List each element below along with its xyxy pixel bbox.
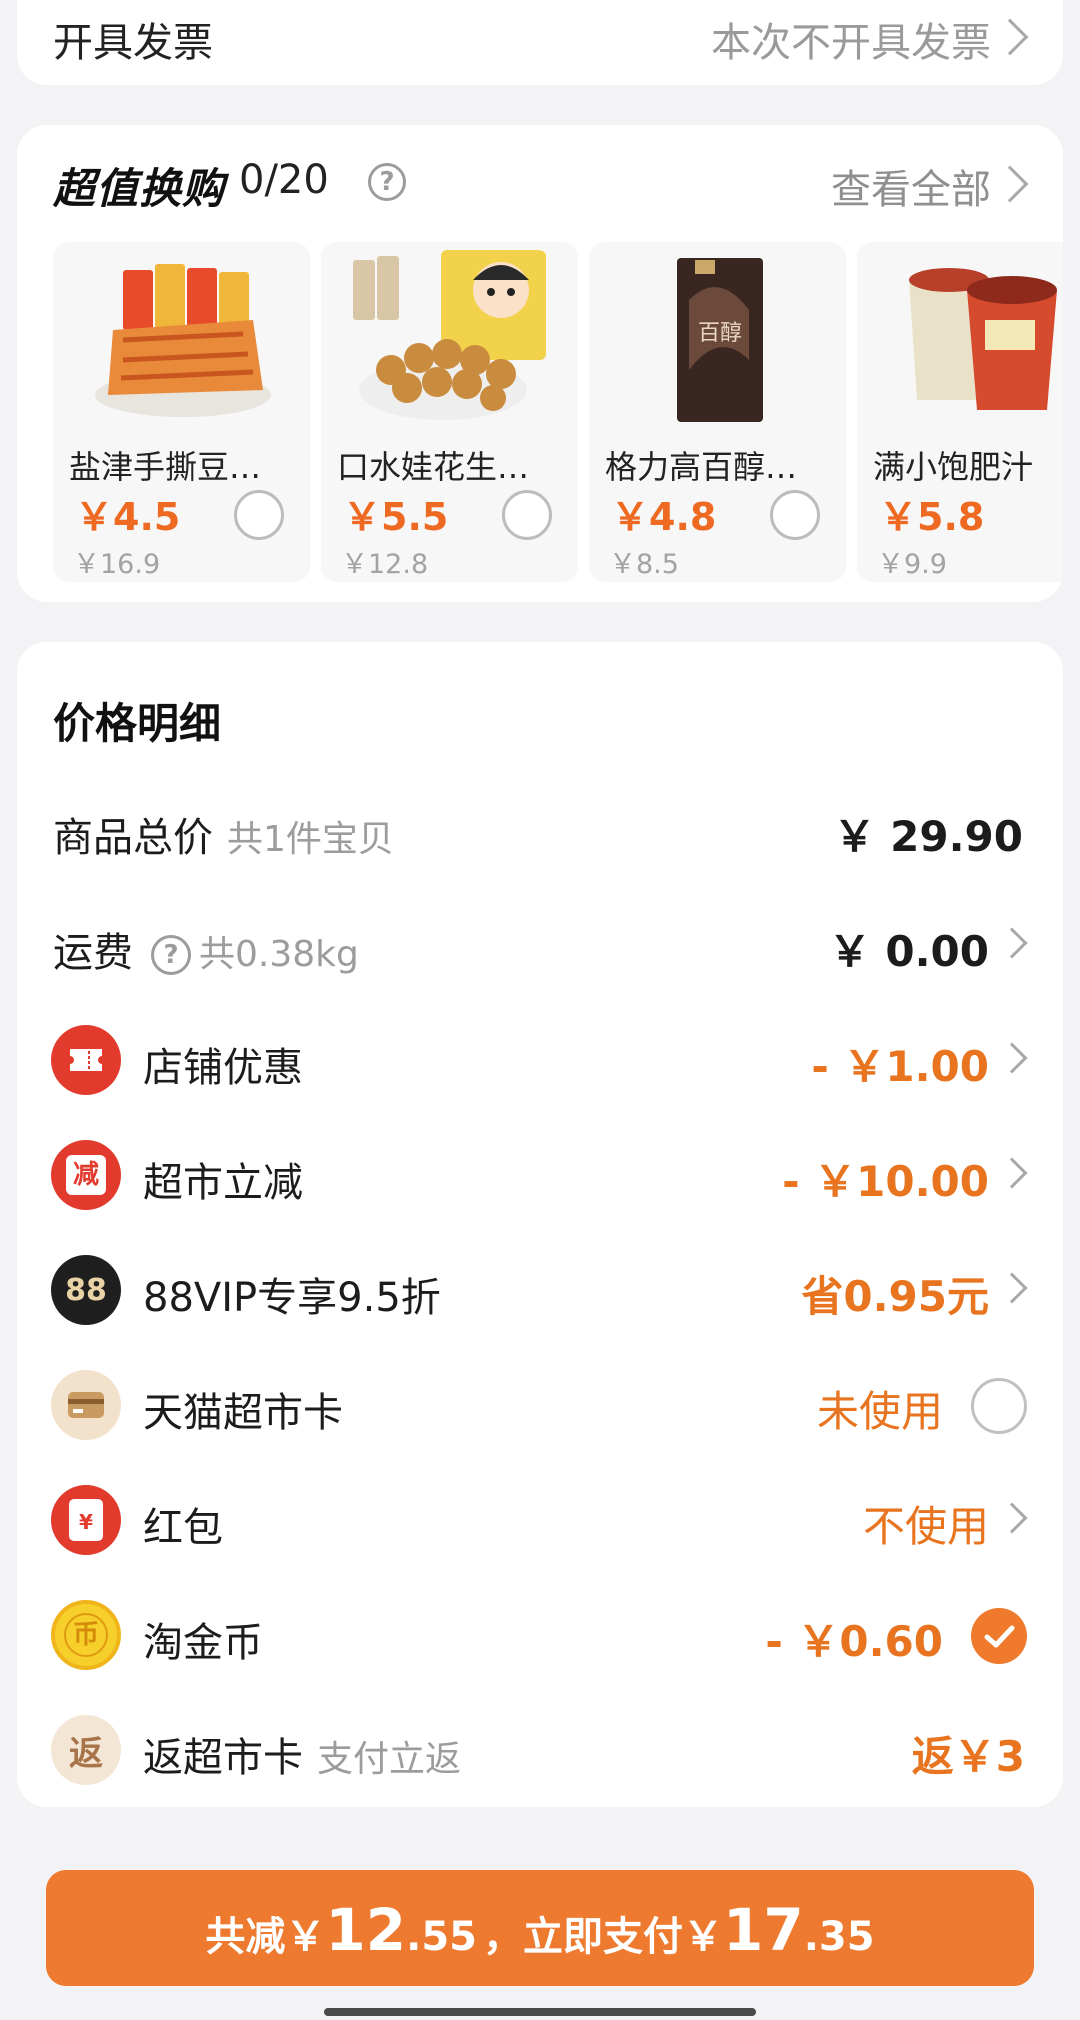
help-icon[interactable]: ? — [151, 935, 191, 975]
product-image-pocky: 百醇 — [677, 258, 763, 422]
invoice-value[interactable]: 本次不开具发票 — [711, 10, 991, 68]
exchange-title: 超值换购 — [53, 164, 226, 213]
tmall-card-label: 天猫超市卡 — [143, 1390, 343, 1436]
row-88vip[interactable]: 88 88VIP专享9.5折 省0.95元 — [17, 1245, 1063, 1335]
row-supermarket-discount[interactable]: 减 超市立减 - ￥10.00 — [17, 1130, 1063, 1220]
view-all-link[interactable]: 查看全部 — [831, 157, 991, 215]
price-detail-title: 价格明细 — [53, 699, 222, 748]
row-tmall-card[interactable]: 天猫超市卡 未使用 — [17, 1360, 1063, 1450]
product-price: ￥5.5 — [343, 495, 449, 539]
product-card[interactable]: 口水娃花生… ￥5.5 ￥12.8 — [321, 242, 578, 582]
row-taojinbi[interactable]: 币 淘金币 - ￥0.60 — [17, 1590, 1063, 1680]
shipping-value: ￥ 0.00 — [828, 927, 989, 976]
pay-prefix: 共减 — [205, 1914, 286, 1960]
row-shipping[interactable]: 运费? 共0.38kg ￥ 0.00 — [17, 900, 1063, 990]
vip-88-icon: 88 — [51, 1255, 121, 1325]
pay-button[interactable]: 共减 ￥ 12.55 ，立即支付 ￥ 17.35 — [46, 1870, 1034, 1986]
subtotal-label: 商品总价 — [53, 815, 213, 861]
coupon-icon — [51, 1025, 121, 1095]
pay-discount-int: 12 — [325, 1896, 407, 1964]
product-price: ￥5.8 — [879, 495, 985, 539]
help-icon[interactable]: ? — [368, 163, 406, 201]
tmall-card-radio[interactable] — [971, 1378, 1027, 1434]
product-card[interactable]: 满小饱肥汁 ￥5.8 ￥9.9 — [857, 242, 1063, 582]
pay-total-int: 17 — [723, 1896, 804, 1964]
chevron-right-icon — [996, 1502, 1028, 1534]
price-detail-card: 价格明细 商品总价 共1件宝贝 ￥ 29.90 运费? 共0.38kg ￥ 0.00… — [17, 642, 1063, 1807]
chevron-right-icon — [996, 927, 1028, 959]
tmall-card-value: 未使用 — [816, 1387, 943, 1436]
checkmark-icon[interactable] — [971, 1608, 1027, 1664]
cashback-value: 返￥3 — [911, 1732, 1025, 1781]
chevron-right-icon — [996, 1157, 1028, 1189]
shipping-label: 运费 — [53, 930, 133, 976]
product-price: ￥4.5 — [75, 495, 181, 539]
chevron-right-icon — [996, 1272, 1028, 1304]
pay-total-currency: ￥ — [683, 1914, 723, 1960]
cashback-icon: 返 — [51, 1715, 121, 1785]
product-select-radio[interactable] — [502, 490, 552, 540]
cashback-label: 返超市卡 — [143, 1735, 303, 1781]
product-original-price: ￥12.8 — [341, 549, 429, 580]
pay-discount-dec: .55 — [406, 1914, 477, 1960]
invoice-label: 开具发票 — [53, 20, 213, 66]
gold-coin-icon: 币 — [51, 1600, 121, 1670]
chevron-right-icon — [996, 1042, 1028, 1074]
chevron-right-icon — [991, 165, 1029, 203]
subtotal-sub: 共1件宝贝 — [227, 819, 394, 860]
taojinbi-label: 淘金币 — [143, 1620, 263, 1666]
product-name: 满小饱肥汁 — [873, 448, 1034, 486]
home-indicator — [324, 2008, 756, 2016]
vip-label: 88VIP专享9.5折 — [143, 1275, 441, 1321]
product-image-noodles — [909, 268, 1057, 410]
taojinbi-value: - ￥0.60 — [765, 1617, 943, 1666]
chevron-right-icon — [991, 18, 1029, 56]
product-card[interactable]: 百醇 格力高百醇… ￥4.8 ￥8.5 — [589, 242, 846, 582]
row-store-discount[interactable]: 店铺优惠 - ￥1.00 — [17, 1015, 1063, 1105]
product-select-radio[interactable] — [770, 490, 820, 540]
exchange-card: 超值换购 0/20 ? 查看全部 盐津手撕豆… ￥4.5 ￥16.9 口水娃花生… — [17, 125, 1063, 602]
product-name: 口水娃花生… — [337, 448, 530, 486]
vip-value: 省0.95元 — [801, 1272, 989, 1321]
row-cashback-card: 返 返超市卡 支付立返 返￥3 — [17, 1705, 1063, 1795]
gold-coin-icon-text: 币 — [64, 1613, 108, 1657]
red-packet-icon-text: ¥ — [69, 1499, 103, 1541]
row-subtotal: 商品总价 共1件宝贝 ￥ 29.90 — [17, 785, 1063, 875]
product-name: 盐津手撕豆… — [69, 448, 262, 486]
product-image-peanuts — [353, 250, 546, 420]
red-packet-label: 红包 — [143, 1505, 223, 1551]
invoice-card[interactable]: 开具发票 本次不开具发票 — [17, 0, 1063, 85]
product-card[interactable]: 盐津手撕豆… ￥4.5 ￥16.9 — [53, 242, 310, 582]
product-select-radio[interactable] — [234, 490, 284, 540]
pay-middle: ，立即支付 — [483, 1914, 683, 1960]
product-price: ￥4.8 — [611, 495, 717, 539]
pay-total-dec: .35 — [803, 1914, 875, 1960]
cashback-sub: 支付立返 — [317, 1739, 462, 1780]
discount-icon-text: 减 — [66, 1155, 106, 1195]
product-image-tofu — [95, 264, 271, 417]
exchange-count: 0/20 — [239, 157, 329, 203]
supermarket-discount-value: - ￥10.00 — [782, 1157, 989, 1206]
supermarket-discount-label: 超市立减 — [143, 1160, 303, 1206]
product-carousel[interactable]: 盐津手撕豆… ￥4.5 ￥16.9 口水娃花生… ￥5.5 ￥12.8 百醇 格… — [53, 242, 1063, 582]
red-packet-icon: ¥ — [51, 1485, 121, 1555]
product-original-price: ￥9.9 — [877, 549, 947, 580]
shipping-sub: 共0.38kg — [199, 934, 359, 975]
store-discount-value: - ￥1.00 — [811, 1042, 989, 1091]
discount-icon: 减 — [51, 1140, 121, 1210]
store-discount-label: 店铺优惠 — [143, 1045, 303, 1091]
row-red-packet[interactable]: ¥ 红包 不使用 — [17, 1475, 1063, 1565]
product-name: 格力高百醇… — [605, 448, 798, 486]
product-original-price: ￥16.9 — [73, 549, 161, 580]
product-original-price: ￥8.5 — [609, 549, 679, 580]
pay-discount-currency: ￥ — [285, 1914, 326, 1960]
card-icon — [51, 1370, 121, 1440]
subtotal-value: ￥ 29.90 — [833, 812, 1023, 861]
red-packet-value: 不使用 — [862, 1502, 989, 1551]
svg-text:百醇: 百醇 — [698, 321, 742, 346]
